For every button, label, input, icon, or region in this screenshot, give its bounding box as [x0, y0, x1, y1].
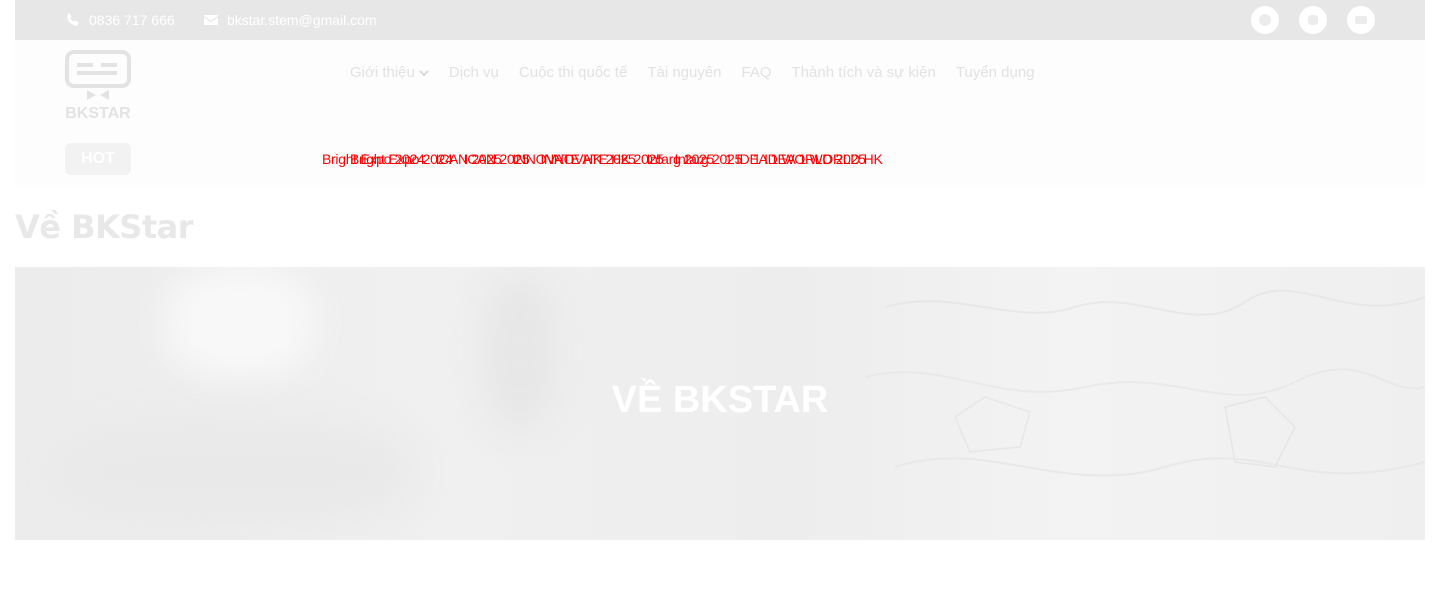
logo-wordmark: BKSTAR	[65, 105, 131, 120]
ticker-item[interactable]: Bright Expo 2024	[350, 151, 453, 167]
main-nav: Giới thiệu Dịch vụ Cuộc thi quốc tế Tài …	[350, 64, 1035, 81]
nav-item-label: Giới thiệu	[350, 64, 415, 81]
email-address: bkstar.stem@gmail.com	[227, 12, 377, 28]
nav-item-tuyen-dung[interactable]: Tuyển dụng	[956, 64, 1035, 81]
ticker-item[interactable]: Intarg 2025	[674, 151, 742, 167]
nav-item-thanh-tich[interactable]: Thành tích và sự kiện	[792, 64, 936, 81]
nav-item-cuoc-thi[interactable]: Cuộc thi quốc tế	[519, 64, 627, 81]
chevron-down-icon	[419, 69, 429, 76]
facebook-link[interactable]	[1251, 6, 1279, 34]
instagram-icon	[1308, 15, 1318, 25]
ticker-item[interactable]: ICAN 2025	[464, 151, 530, 167]
nav-item-label: FAQ	[741, 64, 772, 81]
nav-item-dich-vu[interactable]: Dịch vụ	[449, 64, 499, 81]
instagram-link[interactable]	[1299, 6, 1327, 34]
hero-banner: VỀ BKSTAR	[15, 267, 1425, 540]
nav-item-label: Tài nguyên	[647, 64, 722, 81]
news-ticker: Bright Expo 2024 ICAN 2025 INNOVATE HK 2…	[322, 151, 1122, 171]
banner-background-shape	[165, 267, 315, 377]
nav-item-tai-nguyen[interactable]: Tài nguyên	[647, 64, 721, 81]
banner-background-shape	[55, 417, 415, 527]
envelope-icon	[204, 15, 218, 25]
ticker-item[interactable]: 1 IDEA 1 WORLD HK	[753, 151, 883, 167]
ticker-row: Bright Expo 2024 ICAN 2025 INNOVATE HK 2…	[350, 151, 883, 167]
youtube-link[interactable]	[1347, 6, 1375, 34]
nav-item-label: Tuyển dụng	[955, 64, 1035, 81]
ticker-item[interactable]: INNOVATE HK 2025	[540, 151, 663, 167]
nav-item-label: Cuộc thi quốc tế	[518, 64, 628, 81]
site-header: BKSTAR Giới thiệu Dịch vụ Cuộc thi quốc …	[15, 40, 1425, 187]
phone-contact[interactable]: 0836 717 666	[65, 0, 175, 40]
page-title: Về BKStar	[15, 208, 194, 246]
bkstar-logo[interactable]: BKSTAR	[65, 50, 131, 120]
nav-item-label: Thành tích và sự kiện	[791, 64, 936, 81]
nav-item-gioi-thieu[interactable]: Giới thiệu	[350, 64, 429, 81]
nav-item-faq[interactable]: FAQ	[742, 64, 772, 81]
nav-item-label: Dịch vụ	[448, 64, 499, 81]
email-contact[interactable]: bkstar.stem@gmail.com	[203, 0, 377, 40]
top-bar: 0836 717 666 bkstar.stem@gmail.com	[15, 0, 1425, 40]
phone-number: 0836 717 666	[89, 12, 175, 28]
youtube-icon	[1355, 16, 1367, 24]
hot-badge: HOT	[65, 143, 131, 175]
facebook-icon	[1259, 14, 1271, 26]
phone-icon	[67, 13, 79, 26]
social-links	[1251, 6, 1375, 34]
banner-title: VỀ BKSTAR	[611, 379, 829, 421]
